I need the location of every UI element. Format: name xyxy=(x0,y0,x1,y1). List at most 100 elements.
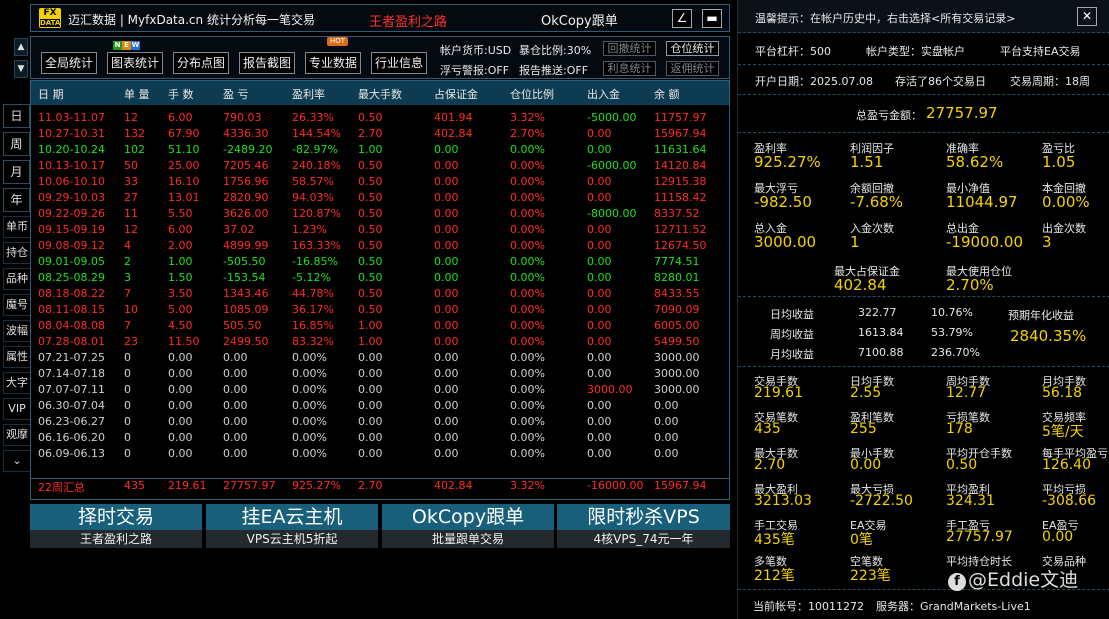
table-row[interactable]: 10.27-10.31 132 67.90 4336.30 144.54% 2.70 402… xyxy=(31,126,729,142)
nav-item-11[interactable]: VIP xyxy=(3,398,31,420)
rebate-stats-button[interactable]: 返佣统计 xyxy=(666,61,719,76)
table-row[interactable]: 10.13-10.17 50 25.00 7205.46 240.18% 0.50 0.00… xyxy=(31,158,729,174)
nav-item-6[interactable]: 品种 xyxy=(3,268,31,290)
report-screenshot-button[interactable]: 报告截图 xyxy=(239,52,295,74)
table-row[interactable]: 08.18-08.22 7 3.50 1343.46 44.78% 0.50 0.00 0.0… xyxy=(31,286,729,302)
table-row[interactable]: 07.14-07.18 0 0.00 0.00 0.00% 0.00 0.00 0.00% 0.… xyxy=(31,366,729,382)
column-header-0[interactable]: 日 期 xyxy=(38,86,64,102)
table-row[interactable]: 09.22-09.26 11 5.50 3626.00 120.87% 0.50 0.00 0… xyxy=(31,206,729,222)
report-push[interactable]: 报告推送:OFF xyxy=(519,62,588,78)
table-row[interactable]: 09.01-09.05 2 1.00 -505.50 -16.85% 0.50 0.00 0.… xyxy=(31,254,729,270)
promo-title[interactable]: 王者盈利之路 xyxy=(369,11,447,30)
table-row[interactable]: 07.21-07.25 0 0.00 0.00 0.00% 0.00 0.00 0.00% 0.… xyxy=(31,350,729,366)
column-header-8[interactable]: 出入金 xyxy=(587,86,620,102)
restore-button[interactable]: ▬ xyxy=(702,9,722,28)
scroll-down-arrow[interactable]: ▼ xyxy=(14,60,28,78)
nav-item-4[interactable]: 单币 xyxy=(3,216,31,238)
table-cell: 0.00 xyxy=(434,335,459,348)
table-row[interactable]: 10.20-10.24 102 51.10 -2489.20 -82.97% 1.00 0.… xyxy=(31,142,729,158)
column-header-7[interactable]: 仓位比例 xyxy=(510,86,554,102)
table-row[interactable]: 06.30-07.04 0 0.00 0.00 0.00% 0.00 0.00 0.00% 0.… xyxy=(31,398,729,414)
table-cell: 13.01 xyxy=(168,191,200,204)
nav-item-2[interactable]: 月 xyxy=(3,160,30,184)
drawdown-stats-button[interactable]: 回撤统计 xyxy=(603,41,656,56)
stat-value: 5笔/天 xyxy=(1042,424,1084,440)
banner-2[interactable]: OkCopy跟单 批量跟单交易 xyxy=(382,504,554,548)
position-stats-button[interactable]: 仓位统计 xyxy=(666,41,719,56)
total-cell: 27757.97 xyxy=(223,479,276,492)
distribution-chart-button[interactable]: 分布点图 xyxy=(173,52,229,74)
table-cell: 132 xyxy=(124,127,145,140)
nav-item-5[interactable]: 持仓 xyxy=(3,242,31,264)
okcopy-title[interactable]: OkCopy跟单 xyxy=(541,10,618,29)
float-alert[interactable]: 浮亏警报:OFF xyxy=(440,62,509,78)
scroll-up-arrow[interactable]: ▲ xyxy=(14,38,28,56)
table-row[interactable]: 06.23-06.27 0 0.00 0.00 0.00% 0.00 0.00 0.00% 0.… xyxy=(31,414,729,430)
table-cell: 0.00% xyxy=(292,367,327,380)
column-header-1[interactable]: 单 量 xyxy=(124,86,150,102)
column-header-9[interactable]: 余 额 xyxy=(654,86,680,102)
table-cell: 0.00 xyxy=(587,127,612,140)
table-row[interactable]: 08.04-08.08 7 4.50 505.50 16.85% 1.00 0.00 0.00… xyxy=(31,318,729,334)
banner-title[interactable]: 挂EA云主机 xyxy=(206,504,378,530)
banner-subtitle[interactable]: 4核VPS_74元一年 xyxy=(557,530,730,548)
table-cell: -153.54 xyxy=(223,271,266,284)
table-cell: 0.00 xyxy=(434,207,459,220)
table-row[interactable]: 06.09-06.13 0 0.00 0.00 0.00% 0.00 0.00 0.00% 0.… xyxy=(31,446,729,462)
banner-title[interactable]: 限时秒杀VPS xyxy=(557,504,730,530)
banner-0[interactable]: 择时交易 王者盈利之路 xyxy=(30,504,202,548)
table-row[interactable]: 07.28-08.01 23 11.50 2499.50 83.32% 1.00 0.00 0… xyxy=(31,334,729,350)
banner-1[interactable]: 挂EA云主机 VPS云主机5折起 xyxy=(206,504,378,548)
stat-value: 0.00 xyxy=(1042,529,1074,545)
table-row[interactable]: 09.08-09.12 4 2.00 4899.99 163.33% 0.50 0.00 0.… xyxy=(31,238,729,254)
table-row[interactable]: 06.16-06.20 0 0.00 0.00 0.00% 0.00 0.00 0.00% 0.… xyxy=(31,430,729,446)
chart-stats-button[interactable]: 图表统计 xyxy=(107,52,163,74)
table-cell: 0.00% xyxy=(510,239,545,252)
nav-item-0[interactable]: 日 xyxy=(3,104,30,128)
table-cell: 4899.99 xyxy=(223,239,269,252)
banner-subtitle[interactable]: 王者盈利之路 xyxy=(30,530,202,548)
column-header-5[interactable]: 最大手数 xyxy=(358,86,402,102)
global-stats-button[interactable]: 全局统计 xyxy=(41,52,97,74)
banner-subtitle[interactable]: 批量跟单交易 xyxy=(382,530,554,548)
table-cell: 402.84 xyxy=(434,127,473,140)
banner-subtitle[interactable]: VPS云主机5折起 xyxy=(206,530,378,548)
banner-3[interactable]: 限时秒杀VPS 4核VPS_74元一年 xyxy=(557,504,730,548)
nav-item-1[interactable]: 周 xyxy=(3,132,30,156)
interest-stats-button[interactable]: 利息统计 xyxy=(603,61,656,76)
nav-item-3[interactable]: 年 xyxy=(3,188,30,212)
table-row[interactable]: 07.07-07.11 0 0.00 0.00 0.00% 0.00 0.00 0.00% 30… xyxy=(31,382,729,398)
banner-title[interactable]: OkCopy跟单 xyxy=(382,504,554,530)
table-cell: 0.00 xyxy=(434,319,459,332)
column-header-4[interactable]: 盈利率 xyxy=(292,86,325,102)
leverage: 平台杠杆：500 xyxy=(755,45,831,58)
table-cell: 0.00 xyxy=(654,415,679,428)
table-row[interactable]: 10.06-10.10 33 16.10 1756.96 58.57% 0.50 0.00 0… xyxy=(31,174,729,190)
banner-title[interactable]: 择时交易 xyxy=(30,504,202,530)
table-cell: 4 xyxy=(124,239,131,252)
industry-info-button[interactable]: 行业信息 xyxy=(371,52,427,74)
nav-item-8[interactable]: 波幅 xyxy=(3,320,31,342)
nav-item-10[interactable]: 大字 xyxy=(3,372,31,394)
nav-item-12[interactable]: 观摩 xyxy=(3,424,31,446)
close-icon[interactable]: ✕ xyxy=(1077,7,1097,26)
table-row[interactable]: 09.29-10.03 27 13.01 2820.90 94.03% 0.50 0.00 0… xyxy=(31,190,729,206)
minimize-button[interactable]: ∠ xyxy=(672,9,692,28)
table-row[interactable]: 08.25-08.29 3 1.50 -153.54 -5.12% 0.50 0.00 0.0… xyxy=(31,270,729,286)
table-row[interactable]: 09.15-09.19 12 6.00 37.02 1.23% 0.50 0.00 0.00%… xyxy=(31,222,729,238)
column-header-3[interactable]: 盈 亏 xyxy=(223,86,249,102)
pro-data-button[interactable]: 专业数据 xyxy=(305,52,361,74)
table-cell: 8337.52 xyxy=(654,207,700,220)
table-cell: 0.50 xyxy=(358,255,383,268)
table-row[interactable]: 08.11-08.15 10 5.00 1085.09 36.17% 0.50 0.00 0.… xyxy=(31,302,729,318)
nav-item-13[interactable]: ⌄ xyxy=(3,450,31,472)
stat-value: 1.51 xyxy=(850,153,884,171)
table-cell: 1.00 xyxy=(358,143,383,156)
nav-item-7[interactable]: 魔号 xyxy=(3,294,31,316)
nav-item-9[interactable]: 属性 xyxy=(3,346,31,368)
table-row[interactable]: 11.03-11.07 12 6.00 790.03 26.33% 0.50 401.94 3… xyxy=(31,110,729,126)
column-header-6[interactable]: 占保证金 xyxy=(434,86,478,102)
column-header-2[interactable]: 手 数 xyxy=(168,86,194,102)
table-cell: 0.00 xyxy=(168,351,193,364)
account-number: 当前帐号：10011272 xyxy=(753,600,864,613)
